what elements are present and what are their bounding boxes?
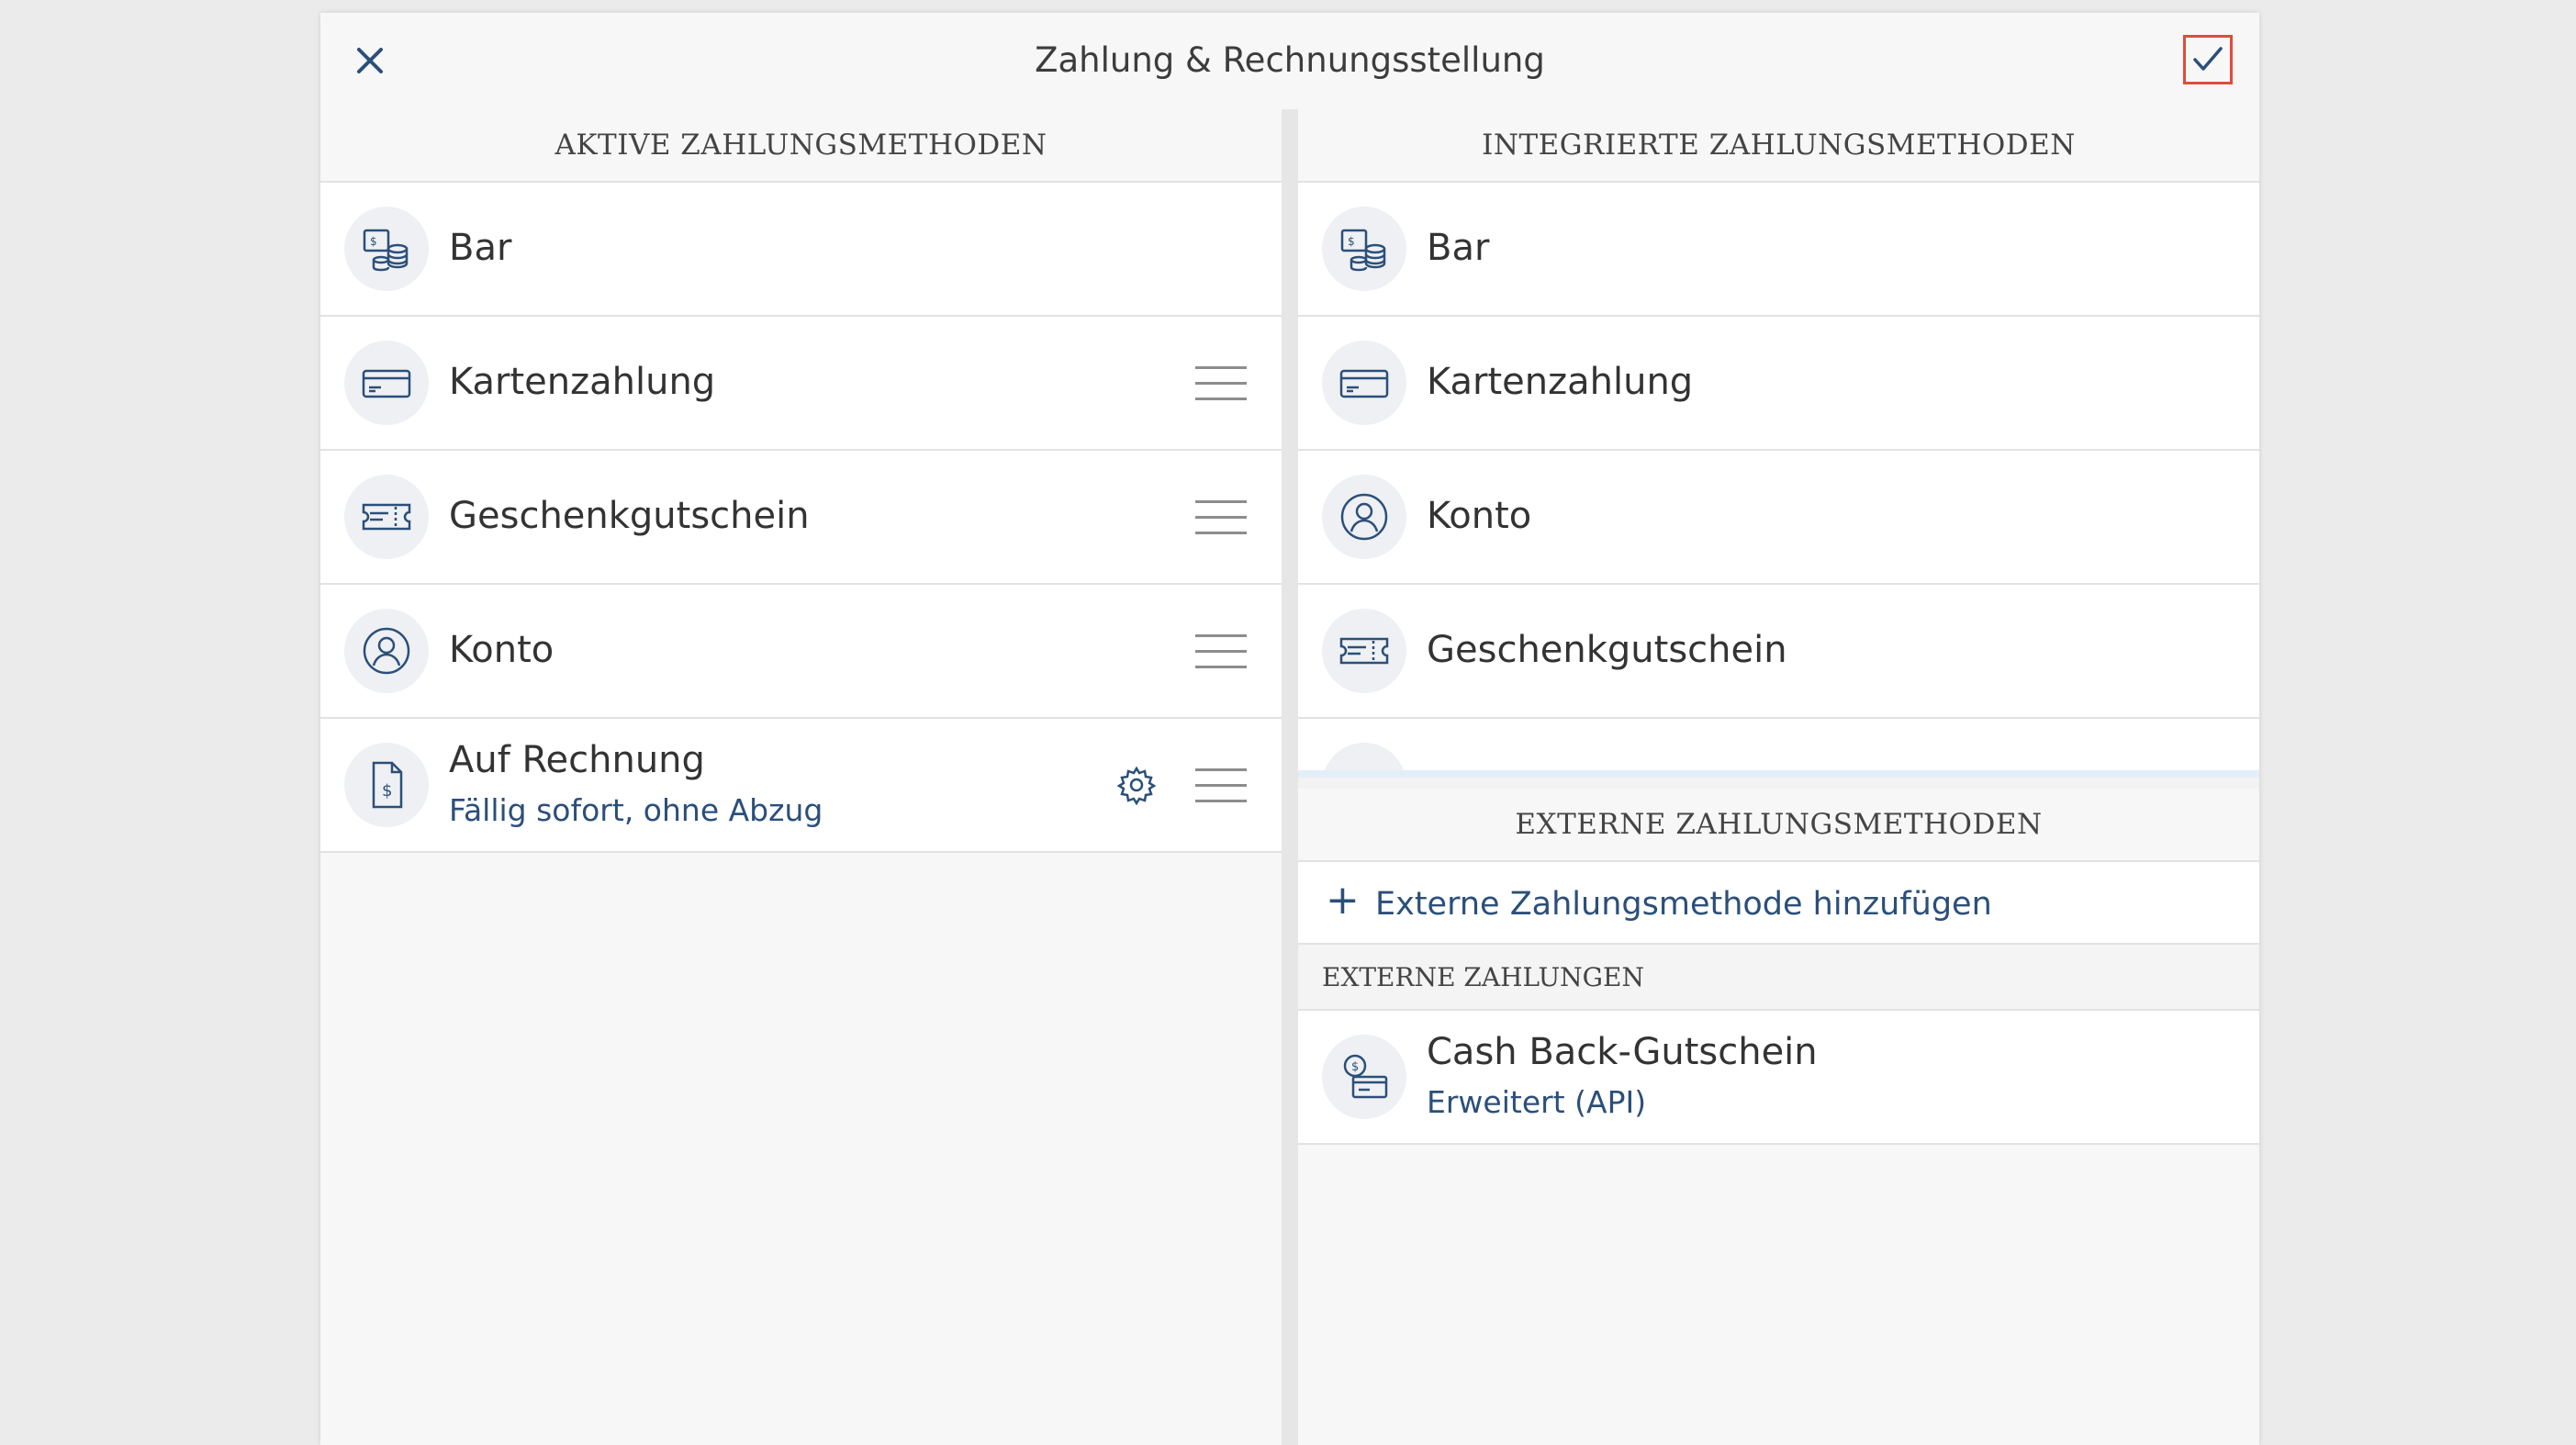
item-label: Bar	[1427, 227, 1490, 269]
integrated-item-konto[interactable]: Konto	[1298, 451, 2259, 585]
integrated-methods-heading: INTEGRIERTE ZAHLUNGSMETHODEN	[1298, 109, 2259, 183]
integrated-item-partial	[1298, 719, 2259, 778]
item-sublabel: Erweitert (API)	[1427, 1084, 1647, 1120]
drag-handle-icon[interactable]	[1195, 500, 1247, 537]
drag-handle-icon[interactable]	[1195, 634, 1247, 671]
checkmark-icon	[2193, 47, 2223, 71]
section-gap	[1298, 778, 2259, 789]
plus-icon: +	[1326, 877, 1360, 924]
active-item-konto[interactable]: Konto	[320, 585, 1282, 719]
add-external-method-label: Externe Zahlungsmethode hinzufügen	[1375, 886, 1992, 923]
item-label: Geschenkgutschein	[1427, 629, 1787, 671]
active-methods-heading: AKTIVE ZAHLUNGSMETHODEN	[320, 109, 1282, 183]
card-icon	[1322, 341, 1406, 425]
voucher-icon	[344, 475, 429, 559]
item-label: Kartenzahlung	[1427, 361, 1694, 403]
item-label: Auf Rechnung	[449, 739, 705, 781]
item-sublabel: Fällig sofort, ohne Abzug	[449, 792, 823, 828]
svg-text:$: $	[1348, 235, 1355, 248]
item-label: Konto	[449, 629, 554, 671]
invoice-icon	[1322, 743, 1406, 770]
gear-icon	[1116, 766, 1157, 806]
card-icon	[344, 341, 429, 425]
svg-text:$: $	[1351, 1060, 1359, 1074]
item-label: Konto	[1427, 495, 1532, 537]
integrated-item-bar[interactable]: $ Bar	[1298, 183, 2259, 317]
active-item-geschenkgutschein[interactable]: Geschenkgutschein	[320, 451, 1282, 585]
svg-text:$: $	[382, 781, 392, 801]
drag-handle-icon[interactable]	[1195, 366, 1247, 403]
active-item-auf-rechnung[interactable]: $ Auf Rechnung Fällig sofort, ohne Abzug	[320, 719, 1282, 853]
item-label: Kartenzahlung	[449, 361, 716, 403]
item-label: Geschenkgutschein	[449, 495, 810, 537]
active-item-bar[interactable]: $ Bar	[320, 183, 1282, 317]
cashback-card-icon: $	[1322, 1035, 1406, 1119]
column-divider	[1282, 109, 1298, 1445]
external-item-cash-back[interactable]: $ Cash Back-Gutschein Erweitert (API)	[1298, 1011, 2259, 1145]
external-payments-heading: EXTERNE ZAHLUNGEN	[1298, 945, 2259, 1011]
drag-handle-icon[interactable]	[1195, 768, 1247, 805]
integrated-item-kartenzahlung[interactable]: Kartenzahlung	[1298, 317, 2259, 451]
integrated-item-geschenkgutschein[interactable]: Geschenkgutschein	[1298, 585, 2259, 719]
item-label: Cash Back-Gutschein	[1427, 1031, 1818, 1073]
modal-header: Zahlung & Rechnungsstellung	[320, 13, 2259, 111]
account-icon	[344, 609, 429, 693]
active-methods-panel: AKTIVE ZAHLUNGSMETHODEN $ Bar Kartenzahl…	[320, 109, 1282, 1445]
cash-icon: $	[1322, 207, 1406, 291]
account-icon	[1322, 475, 1406, 559]
confirm-button[interactable]	[2183, 35, 2233, 84]
payment-settings-modal: Zahlung & Rechnungsstellung AKTIVE ZAHLU…	[320, 13, 2259, 1445]
cash-icon: $	[344, 207, 429, 291]
item-label: Bar	[449, 227, 512, 269]
modal-title: Zahlung & Rechnungsstellung	[1035, 40, 1545, 80]
svg-text:$: $	[370, 235, 377, 248]
voucher-icon	[1322, 609, 1406, 693]
invoice-icon: $	[344, 743, 429, 827]
external-methods-heading: EXTERNE ZAHLUNGSMETHODEN	[1298, 789, 2259, 862]
settings-gear-button[interactable]	[1114, 763, 1159, 807]
available-methods-panel: INTEGRIERTE ZAHLUNGSMETHODEN $ Bar Karte…	[1298, 109, 2259, 1445]
active-item-kartenzahlung[interactable]: Kartenzahlung	[320, 317, 1282, 451]
add-external-method-button[interactable]: + Externe Zahlungsmethode hinzufügen	[1298, 862, 2259, 945]
